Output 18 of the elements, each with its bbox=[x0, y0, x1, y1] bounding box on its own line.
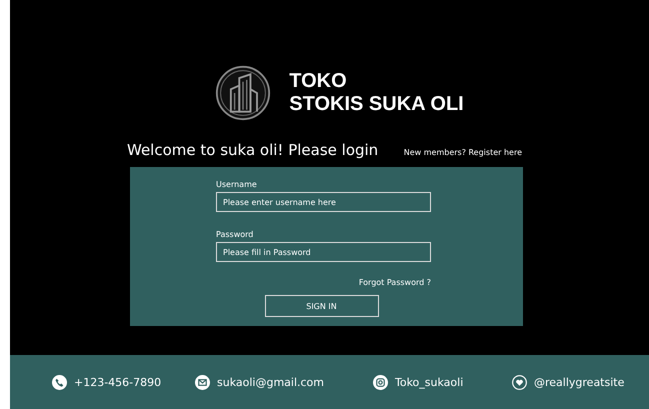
contact-text: +123-456-7890 bbox=[74, 376, 162, 388]
store-name: TOKO bbox=[289, 70, 348, 93]
sign-in-button[interactable]: SIGN IN bbox=[264, 295, 378, 317]
forgot-password-link[interactable]: Forgot Password ? bbox=[358, 278, 431, 287]
contact-text: Toko_sukaoli bbox=[395, 376, 464, 388]
buildings-logo-icon bbox=[215, 65, 272, 121]
phone-icon bbox=[52, 374, 67, 390]
contact-text: sukaoli@gmail.com bbox=[217, 376, 324, 388]
mail-icon bbox=[195, 374, 210, 390]
field-label: Username bbox=[216, 180, 258, 189]
field-label: Password bbox=[216, 230, 254, 239]
contact-text: @reallygreatsite bbox=[534, 376, 624, 388]
register-link[interactable]: New members? Register here bbox=[404, 148, 522, 157]
camera-icon bbox=[373, 374, 388, 390]
password-field[interactable]: Please fill in Password bbox=[216, 242, 431, 262]
store-subtitle: STOKIS SUKA OLI bbox=[289, 93, 464, 116]
welcome-heading: Welcome to suka oli! Please login bbox=[127, 141, 378, 159]
username-field[interactable]: Please enter username here bbox=[216, 192, 431, 212]
